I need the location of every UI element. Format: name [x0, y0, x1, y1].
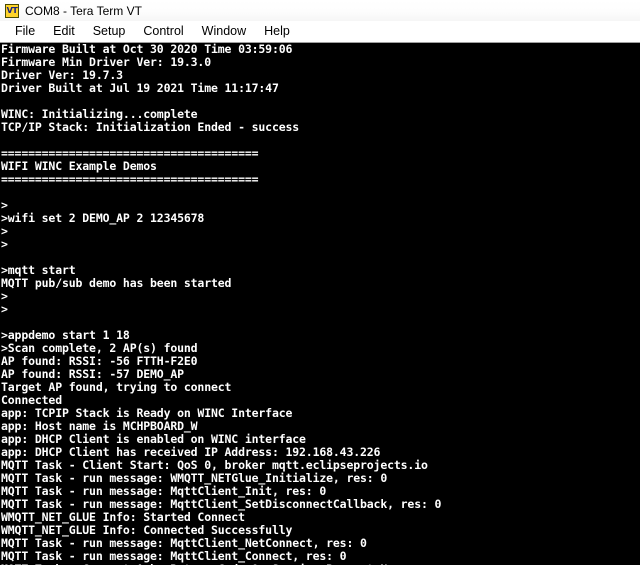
menu-item-file[interactable]: File — [6, 22, 44, 41]
terminal-line: WMQTT_NET_GLUE Info: Started Connect — [1, 511, 245, 524]
terminal-line: app: DHCP Client has received IP Address… — [1, 446, 381, 459]
tera-term-window: VT COM8 - Tera Term VT File Edit Setup C… — [0, 0, 640, 565]
terminal-line: MQTT Task - run message: MqttClient_NetC… — [1, 537, 367, 550]
menu-item-edit[interactable]: Edit — [44, 22, 84, 41]
menu-item-window[interactable]: Window — [193, 22, 255, 41]
terminal-line: Driver Built at Jul 19 2021 Time 11:17:4… — [1, 82, 279, 95]
terminal-line: app: TCPIP Stack is Ready on WINC Interf… — [1, 407, 293, 420]
terminal-vt-icon-label: VT — [6, 5, 18, 15]
terminal-line: MQTT Task - Client Start: QoS 0, broker … — [1, 459, 428, 472]
terminal-line: app: Host name is MCHPBOARD_W — [1, 420, 198, 433]
terminal-line: MQTT Task - run message: MqttClient_SetD… — [1, 498, 442, 511]
titlebar[interactable]: VT COM8 - Tera Term VT — [0, 0, 640, 21]
terminal-line: > — [1, 303, 8, 316]
terminal-line: MQTT Task - run message: WMQTT_NETGlue_I… — [1, 472, 388, 485]
terminal-line: > — [1, 199, 8, 212]
terminal-output[interactable]: Firmware Built at Oct 30 2020 Time 03:59… — [0, 43, 640, 565]
menu-item-control[interactable]: Control — [134, 22, 192, 41]
terminal-line: Firmware Built at Oct 30 2020 Time 03:59… — [1, 43, 293, 56]
terminal-line: WIFI WINC Example Demos — [1, 160, 157, 173]
terminal-line: >Scan complete, 2 AP(s) found — [1, 342, 198, 355]
terminal-line: ====================================== — [1, 147, 259, 160]
terminal-line: >wifi set 2 DEMO_AP 2 12345678 — [1, 212, 205, 225]
menubar: File Edit Setup Control Window Help — [0, 21, 640, 43]
terminal-line: >mqtt start — [1, 264, 76, 277]
terminal-line: TCP/IP Stack: Initialization Ended - suc… — [1, 121, 300, 134]
terminal-line: AP found: RSSI: -57 DEMO_AP — [1, 368, 184, 381]
terminal-line: Connected — [1, 394, 62, 407]
terminal-line: MQTT Task - run message: MqttClient_Conn… — [1, 550, 347, 563]
terminal-line: > — [1, 225, 8, 238]
terminal-line: MQTT pub/sub demo has been started — [1, 277, 232, 290]
terminal-line: AP found: RSSI: -56 FTTH-F2E0 — [1, 355, 198, 368]
terminal-line: app: DHCP Client is enabled on WINC inte… — [1, 433, 306, 446]
terminal-line: MQTT Task - run message: MqttClient_Init… — [1, 485, 327, 498]
terminal-line: > — [1, 290, 8, 303]
window-title: COM8 - Tera Term VT — [25, 3, 142, 18]
terminal-line: Firmware Min Driver Ver: 19.3.0 — [1, 56, 211, 69]
terminal-line: WINC: Initializing...complete — [1, 108, 198, 121]
terminal-line: Target AP found, trying to connect — [1, 381, 232, 394]
terminal-line: >appdemo start 1 18 — [1, 329, 130, 342]
menu-item-help[interactable]: Help — [255, 22, 299, 41]
terminal-line: WMQTT_NET_GLUE Info: Connected Successfu… — [1, 524, 293, 537]
terminal-vt-icon: VT — [5, 3, 19, 18]
menu-item-setup[interactable]: Setup — [84, 22, 135, 41]
terminal-line: ====================================== — [1, 173, 259, 186]
terminal-line: Driver Ver: 19.7.3 — [1, 69, 123, 82]
terminal-line: > — [1, 238, 8, 251]
